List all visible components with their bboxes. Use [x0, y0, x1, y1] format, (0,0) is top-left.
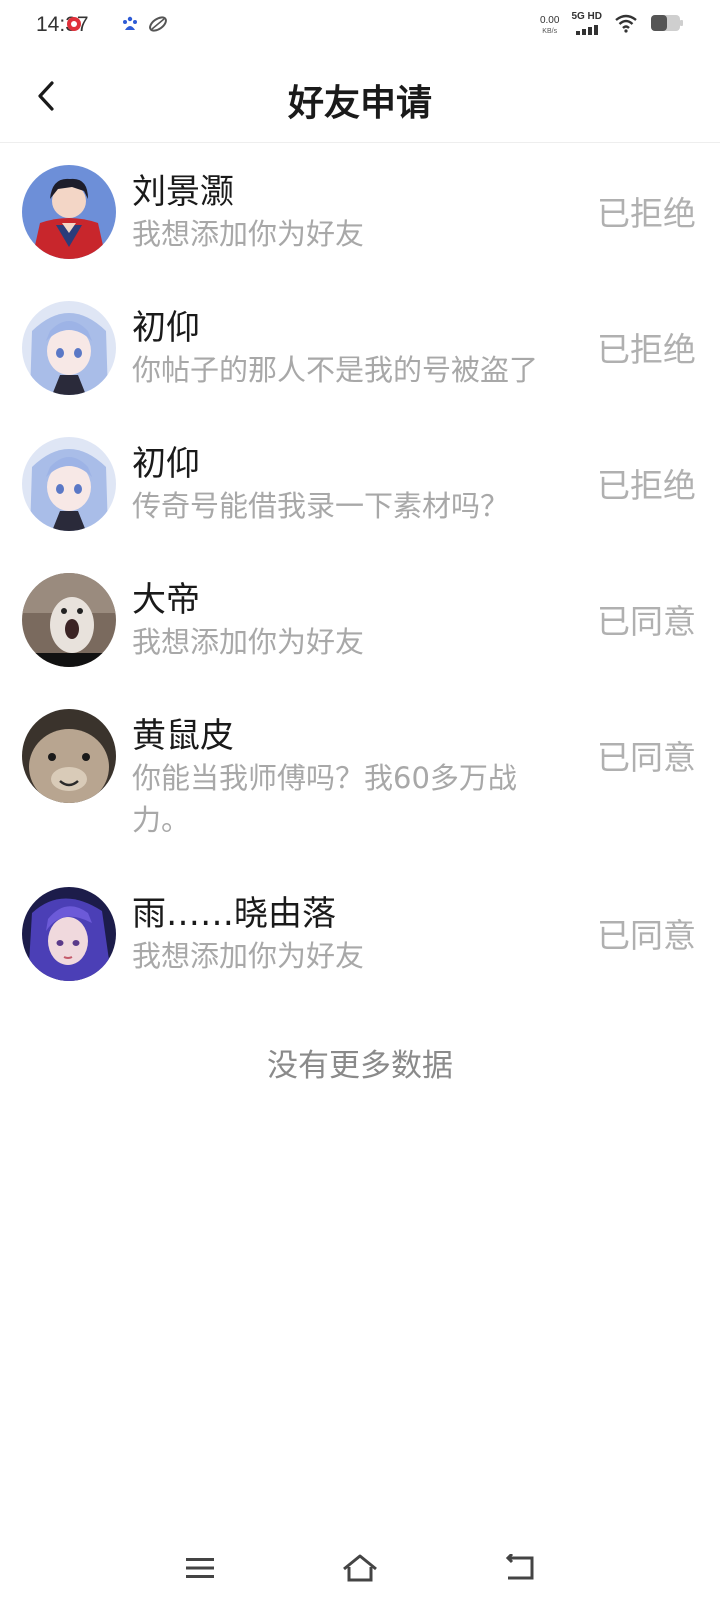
friend-request-list: 刘景灏 我想添加你为好友 已拒绝 初仰 你帖子的那人不是我的号被盗了 已拒绝 初…: [0, 143, 720, 1001]
request-message: 我想添加你为好友: [132, 625, 365, 659]
baidu-icon: [122, 15, 138, 37]
request-message: 你能当我师傅吗？我60多万战力。: [132, 761, 517, 837]
status-right: 0.00 KB/s 5G HD: [540, 12, 684, 38]
net-speed-unit: KB/s: [542, 27, 558, 35]
request-status: 已同意: [597, 916, 696, 955]
friend-request-row[interactable]: 初仰 你帖子的那人不是我的号被盗了 已拒绝: [0, 279, 720, 415]
status-bar: 14:37 0.00 KB/s 5G HD: [0, 0, 720, 54]
request-name: 大帝: [132, 580, 200, 620]
request-name: 初仰: [132, 308, 200, 348]
avatar: [22, 301, 116, 395]
back-icon: [504, 1552, 536, 1586]
wifi-icon: [614, 13, 638, 37]
request-name: 刘景灏: [132, 172, 234, 212]
page: 14:37 0.00 KB/s 5G HD 好友申请 刘景灏 我想添加你为好友 …: [0, 0, 720, 1612]
leaf-icon: [148, 15, 168, 37]
request-name: 初仰: [132, 444, 200, 484]
request-message: 你帖子的那人不是我的号被盗了: [132, 353, 539, 387]
avatar: [22, 573, 116, 667]
friend-request-row[interactable]: 大帝 我想添加你为好友 已同意: [0, 551, 720, 687]
request-status: 已拒绝: [597, 330, 696, 369]
request-status: 已拒绝: [597, 194, 696, 233]
home-icon: [341, 1553, 379, 1587]
request-message: 我想添加你为好友: [132, 939, 365, 973]
request-name: 黄鼠皮: [132, 716, 234, 756]
page-title: 好友申请: [287, 83, 432, 124]
avatar: [22, 437, 116, 531]
status-left-icons: [66, 15, 168, 37]
net-speed: 0.00 KB/s: [539, 14, 560, 35]
avatar: [22, 887, 116, 981]
battery-icon: [650, 14, 684, 36]
notification-red-icon: [66, 16, 82, 36]
friend-request-row[interactable]: 刘景灏 我想添加你为好友 已拒绝: [0, 143, 720, 279]
signal-label: 5G HD: [571, 11, 602, 22]
signal: 5G HD: [571, 12, 602, 38]
request-status: 已拒绝: [597, 466, 696, 505]
home-button[interactable]: [338, 1548, 382, 1592]
friend-request-row[interactable]: 雨……晓由落 我想添加你为好友 已同意: [0, 865, 720, 1001]
avatar: [22, 709, 116, 803]
request-status: 已同意: [597, 738, 696, 777]
request-message: 传奇号能借我录一下素材吗？: [132, 489, 510, 523]
signal-icon: [575, 22, 599, 38]
request-status: 已同意: [597, 602, 696, 641]
friend-request-row[interactable]: 黄鼠皮 你能当我师傅吗？我60多万战力。 已同意: [0, 687, 720, 865]
request-message: 我想添加你为好友: [132, 217, 365, 251]
system-back-button[interactable]: [498, 1548, 542, 1592]
friend-request-row[interactable]: 初仰 传奇号能借我录一下素材吗？ 已拒绝: [0, 415, 720, 551]
menu-icon: [185, 1556, 215, 1584]
menu-button[interactable]: [178, 1548, 222, 1592]
no-more-data-text: 没有更多数据: [267, 1048, 453, 1084]
navigation-bar: [0, 1528, 720, 1612]
request-name: 雨……晓由落: [132, 894, 336, 934]
avatar: [22, 165, 116, 259]
header: 好友申请: [0, 54, 720, 143]
net-speed-value: 0.00: [539, 14, 560, 26]
